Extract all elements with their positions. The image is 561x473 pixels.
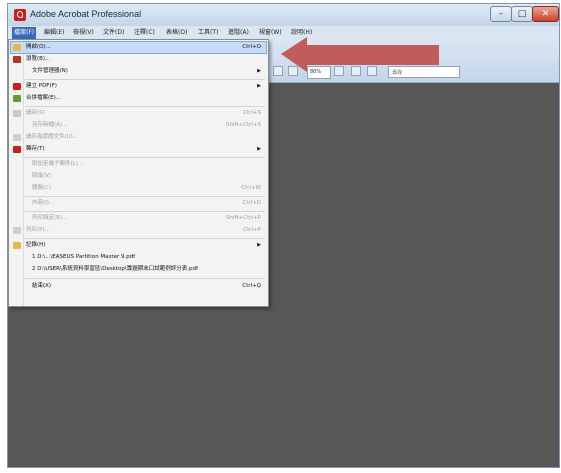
menu-table[interactable]: 表格(O) (164, 27, 189, 39)
submenu-arrow-icon: ▶ (257, 146, 261, 152)
combine-files-icon (13, 95, 21, 102)
menu-item-recent-1[interactable]: 1 D:\...\EASEUS Partition Master 9.pdf (11, 252, 266, 263)
menu-advanced[interactable]: 進階(A) (226, 27, 251, 39)
history-icon (13, 242, 21, 249)
minimize-button[interactable]: – (490, 6, 512, 22)
export-icon (13, 146, 21, 153)
submenu-arrow-icon: ▶ (257, 83, 261, 89)
menu-item-create-pdf[interactable]: 建立 PDF(F) ▶ (11, 81, 266, 92)
menu-document[interactable]: 文件(D) (101, 27, 126, 39)
organizer-icon (13, 56, 21, 63)
menu-item-attach-email[interactable]: 附加至電子郵件(L)... (11, 159, 266, 170)
menu-item-print-setup[interactable]: 列印設定(R)... Shift+Ctrl+P (11, 213, 266, 224)
menu-item-document-manager[interactable]: 文件管理器(N) ▶ (11, 66, 266, 77)
menu-item-exit[interactable]: 結束(X) Ctrl+Q (11, 281, 266, 292)
menu-item-save-certified[interactable]: 儲存為認證文件(U)... (11, 132, 266, 143)
menu-item-print[interactable]: 列印(P)... Ctrl+P (11, 225, 266, 236)
maximize-button[interactable]: □ (511, 6, 533, 22)
menu-item-properties[interactable]: 內容(I)... Ctrl+D (11, 198, 266, 209)
submenu-arrow-icon: ▶ (257, 68, 261, 74)
create-pdf-icon (13, 83, 21, 90)
menu-tools[interactable]: 工具(T) (196, 27, 220, 39)
menu-window[interactable]: 視窗(W) (257, 27, 284, 39)
menu-item-open[interactable]: 開啟(O)... Ctrl+O (10, 41, 267, 54)
window-title: Adobe Acrobat Professional (30, 9, 142, 19)
menu-item-revert[interactable]: 回復(V) (11, 171, 266, 182)
acrobat-logo-icon (14, 9, 26, 21)
menu-item-browse[interactable]: 瀏覽(B)... (11, 54, 266, 65)
close-button[interactable]: ✕ (532, 6, 559, 22)
menu-item-save[interactable]: 儲存(S) Ctrl+S (11, 108, 266, 119)
menu-edit[interactable]: 編輯(E) (42, 27, 66, 39)
menu-file[interactable]: 檔案(F) (12, 27, 37, 39)
save-icon (13, 110, 21, 117)
menu-item-export[interactable]: 轉存(T) ▶ (11, 144, 266, 155)
menu-item-close[interactable]: 關閉(C) Ctrl+W (11, 183, 266, 194)
file-menu-dropdown: 開啟(O)... Ctrl+O 瀏覽(B)... 文件管理器(N) ▶ 建立 P… (8, 39, 269, 307)
menu-item-recent-2[interactable]: 2 D:\USER\系統資料學習區\Desktop\專題期末口試範例評分表.pd… (11, 264, 266, 275)
menu-view[interactable]: 檢視(V) (71, 27, 96, 39)
certify-icon (13, 134, 21, 141)
folder-open-icon (13, 44, 21, 51)
menu-item-history[interactable]: 記錄(H) ▶ (11, 240, 266, 251)
menu-item-save-as[interactable]: 另存新檔(A)... Shift+Ctrl+S (11, 120, 266, 131)
title-bar[interactable]: Adobe Acrobat Professional – □ ✕ (8, 4, 559, 26)
print-icon (13, 227, 21, 234)
menu-item-combine-files[interactable]: 合併檔案(E)... (11, 93, 266, 104)
pointer-arrow-icon (281, 37, 439, 72)
submenu-arrow-icon: ▶ (257, 242, 261, 248)
menu-comments[interactable]: 注釋(C) (132, 27, 157, 39)
